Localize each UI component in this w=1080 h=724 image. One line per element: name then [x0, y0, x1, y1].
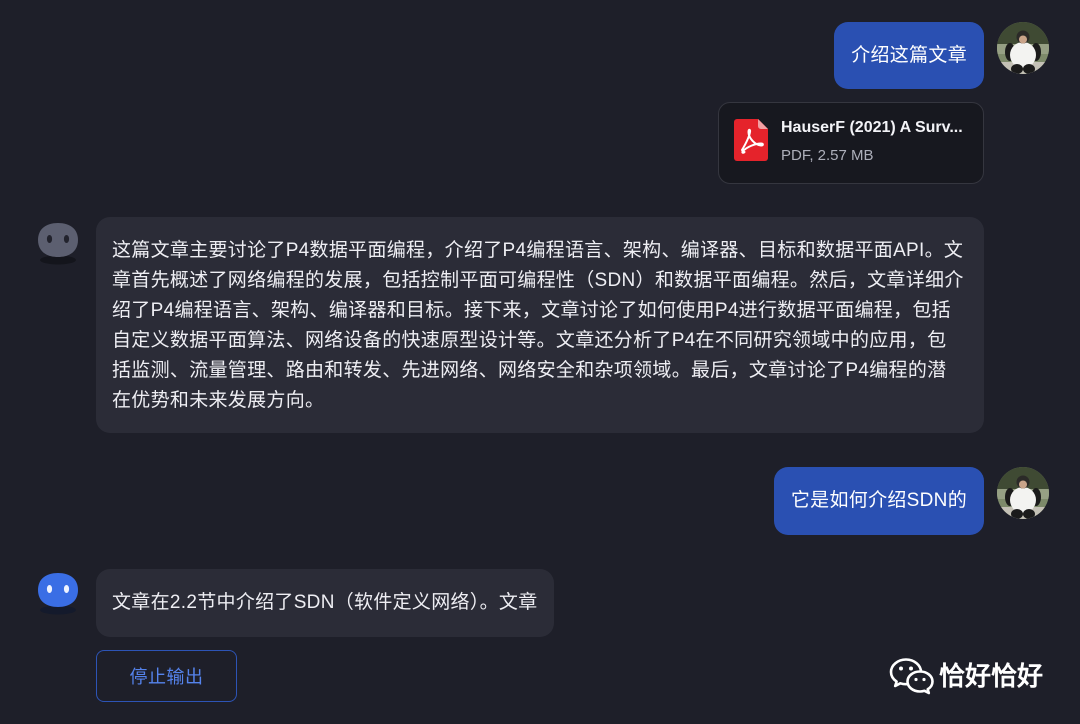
attachment-name: HauserF (2021) A Surv... [781, 119, 963, 136]
wechat-icon [889, 658, 934, 695]
assistant-message-line: 自定义数据平面算法、网络设备的快速原型设计等。文章还分析了P4在不同研究领域中的… [112, 330, 947, 351]
bot-avatar-icon [38, 573, 78, 615]
assistant-message-bubble: 文章在2.2节中介绍了SDN（软件定义网络）。文章 [96, 569, 554, 637]
panda-avatar [997, 22, 1049, 74]
user-message-bubble: 它是如何介绍SDN的 [773, 467, 984, 535]
assistant-message-bubble: 这篇文章主要讨论了P4数据平面编程，介绍了P4编程语言、架构、编译器、目标和数据… [96, 217, 984, 433]
assistant-message-line: 绍了P4编程语言、架构、编译器和目标。接下来，文章讨论了如何使用P4进行数据平面… [112, 300, 951, 321]
user-message-text: 它是如何介绍SDN的 [790, 490, 967, 511]
assistant-message-text: 文章在2.2节中介绍了SDN（软件定义网络）。文章 [112, 592, 538, 613]
user-avatar [997, 467, 1049, 519]
stop-output-button[interactable]: 停止输出 [96, 650, 237, 702]
user-message-bubble: 介绍这篇文章 [834, 22, 984, 89]
assistant-message-line: 这篇文章主要讨论了P4数据平面编程，介绍了P4编程语言、架构、编译器、目标和数据… [112, 240, 964, 261]
assistant-message-line: 在优势和未来发展方向。 [112, 390, 325, 411]
panda-avatar [997, 467, 1049, 519]
user-message-text: 介绍这篇文章 [851, 45, 967, 66]
user-avatar [997, 22, 1049, 74]
pdf-icon [734, 119, 768, 161]
attachment-card[interactable]: HauserF (2021) A Surv... PDF, 2.57 MB [718, 102, 984, 184]
chat-window: 介绍这篇文章 HauserF (2021) A Surv... PDF, 2.5… [0, 0, 1080, 724]
bot-avatar-icon [38, 223, 78, 265]
attachment-meta: PDF, 2.57 MB [781, 147, 874, 164]
watermark-text: 恰好恰好 [939, 661, 1044, 691]
assistant-message-line: 章首先概述了网络编程的发展，包括控制平面可编程性（SDN）和数据平面编程。然后，… [112, 270, 964, 291]
watermark: 恰好恰好 [889, 654, 1049, 698]
assistant-message-line: 括监测、流量管理、路由和转发、先进网络、网络安全和杂项领域。最后，文章讨论了P4… [112, 360, 947, 381]
